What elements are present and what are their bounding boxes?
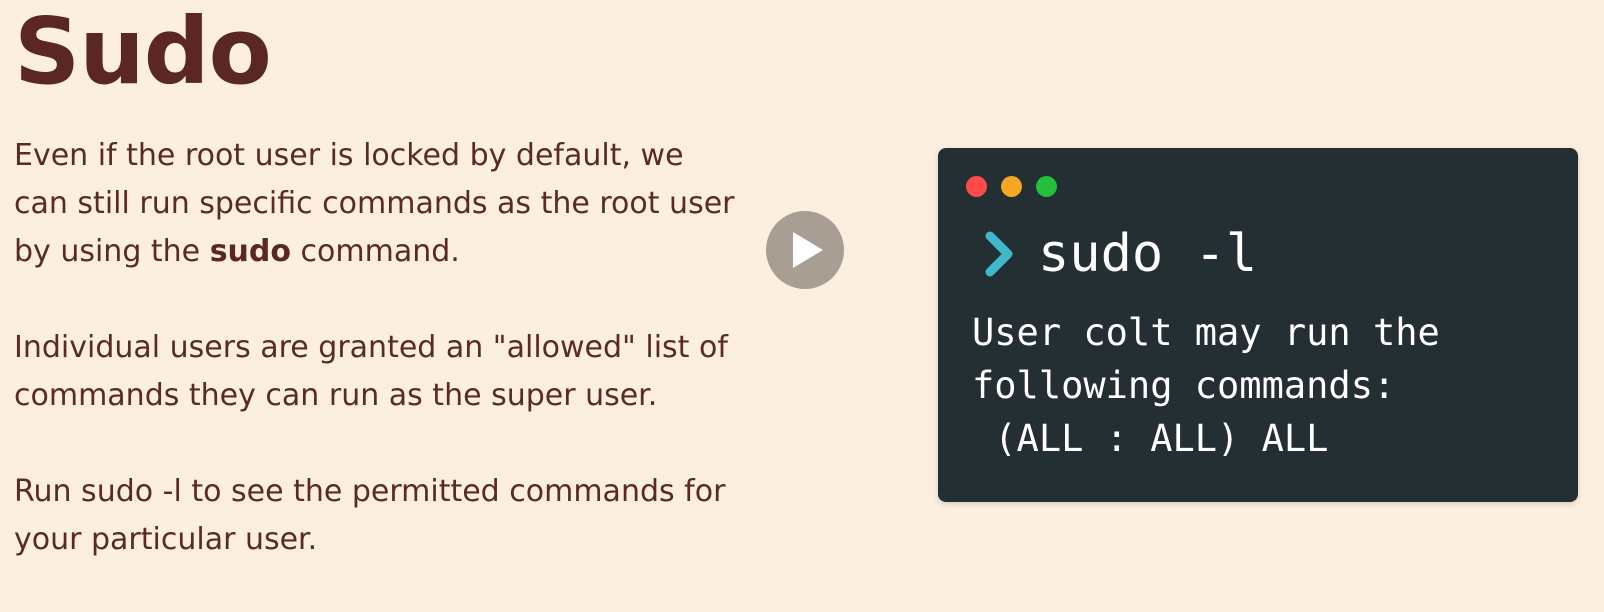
slide-body: Even if the root user is locked by defau… — [14, 132, 744, 612]
output-line: following commands: — [972, 364, 1396, 407]
paragraph-text: command. — [291, 234, 460, 269]
paragraph-run-sudo-l: Run sudo -l to see the permitted command… — [14, 474, 726, 557]
terminal-window: sudo -l User colt may run the following … — [938, 148, 1578, 502]
terminal-prompt-line: sudo -l — [982, 224, 1257, 284]
slide-title: Sudo — [14, 0, 272, 105]
minimize-dot-icon[interactable] — [1001, 176, 1022, 197]
chevron-right-icon — [985, 231, 1013, 277]
output-line: User colt may run the — [972, 311, 1440, 354]
output-line: (ALL : ALL) ALL — [972, 417, 1329, 460]
window-controls — [966, 176, 1057, 197]
paragraph-root-locked: Even if the root user is locked by defau… — [14, 132, 744, 276]
terminal-output: User colt may run the following commands… — [972, 306, 1440, 465]
close-dot-icon[interactable] — [966, 176, 987, 197]
play-button[interactable] — [766, 211, 844, 289]
slide: Sudo Even if the root user is locked by … — [0, 0, 1604, 603]
terminal-command: sudo -l — [1038, 224, 1258, 284]
paragraph-allowed-list: Individual users are granted an "allowed… — [14, 330, 728, 413]
sudo-keyword: sudo — [209, 234, 291, 269]
maximize-dot-icon[interactable] — [1036, 176, 1057, 197]
play-icon — [793, 232, 823, 268]
